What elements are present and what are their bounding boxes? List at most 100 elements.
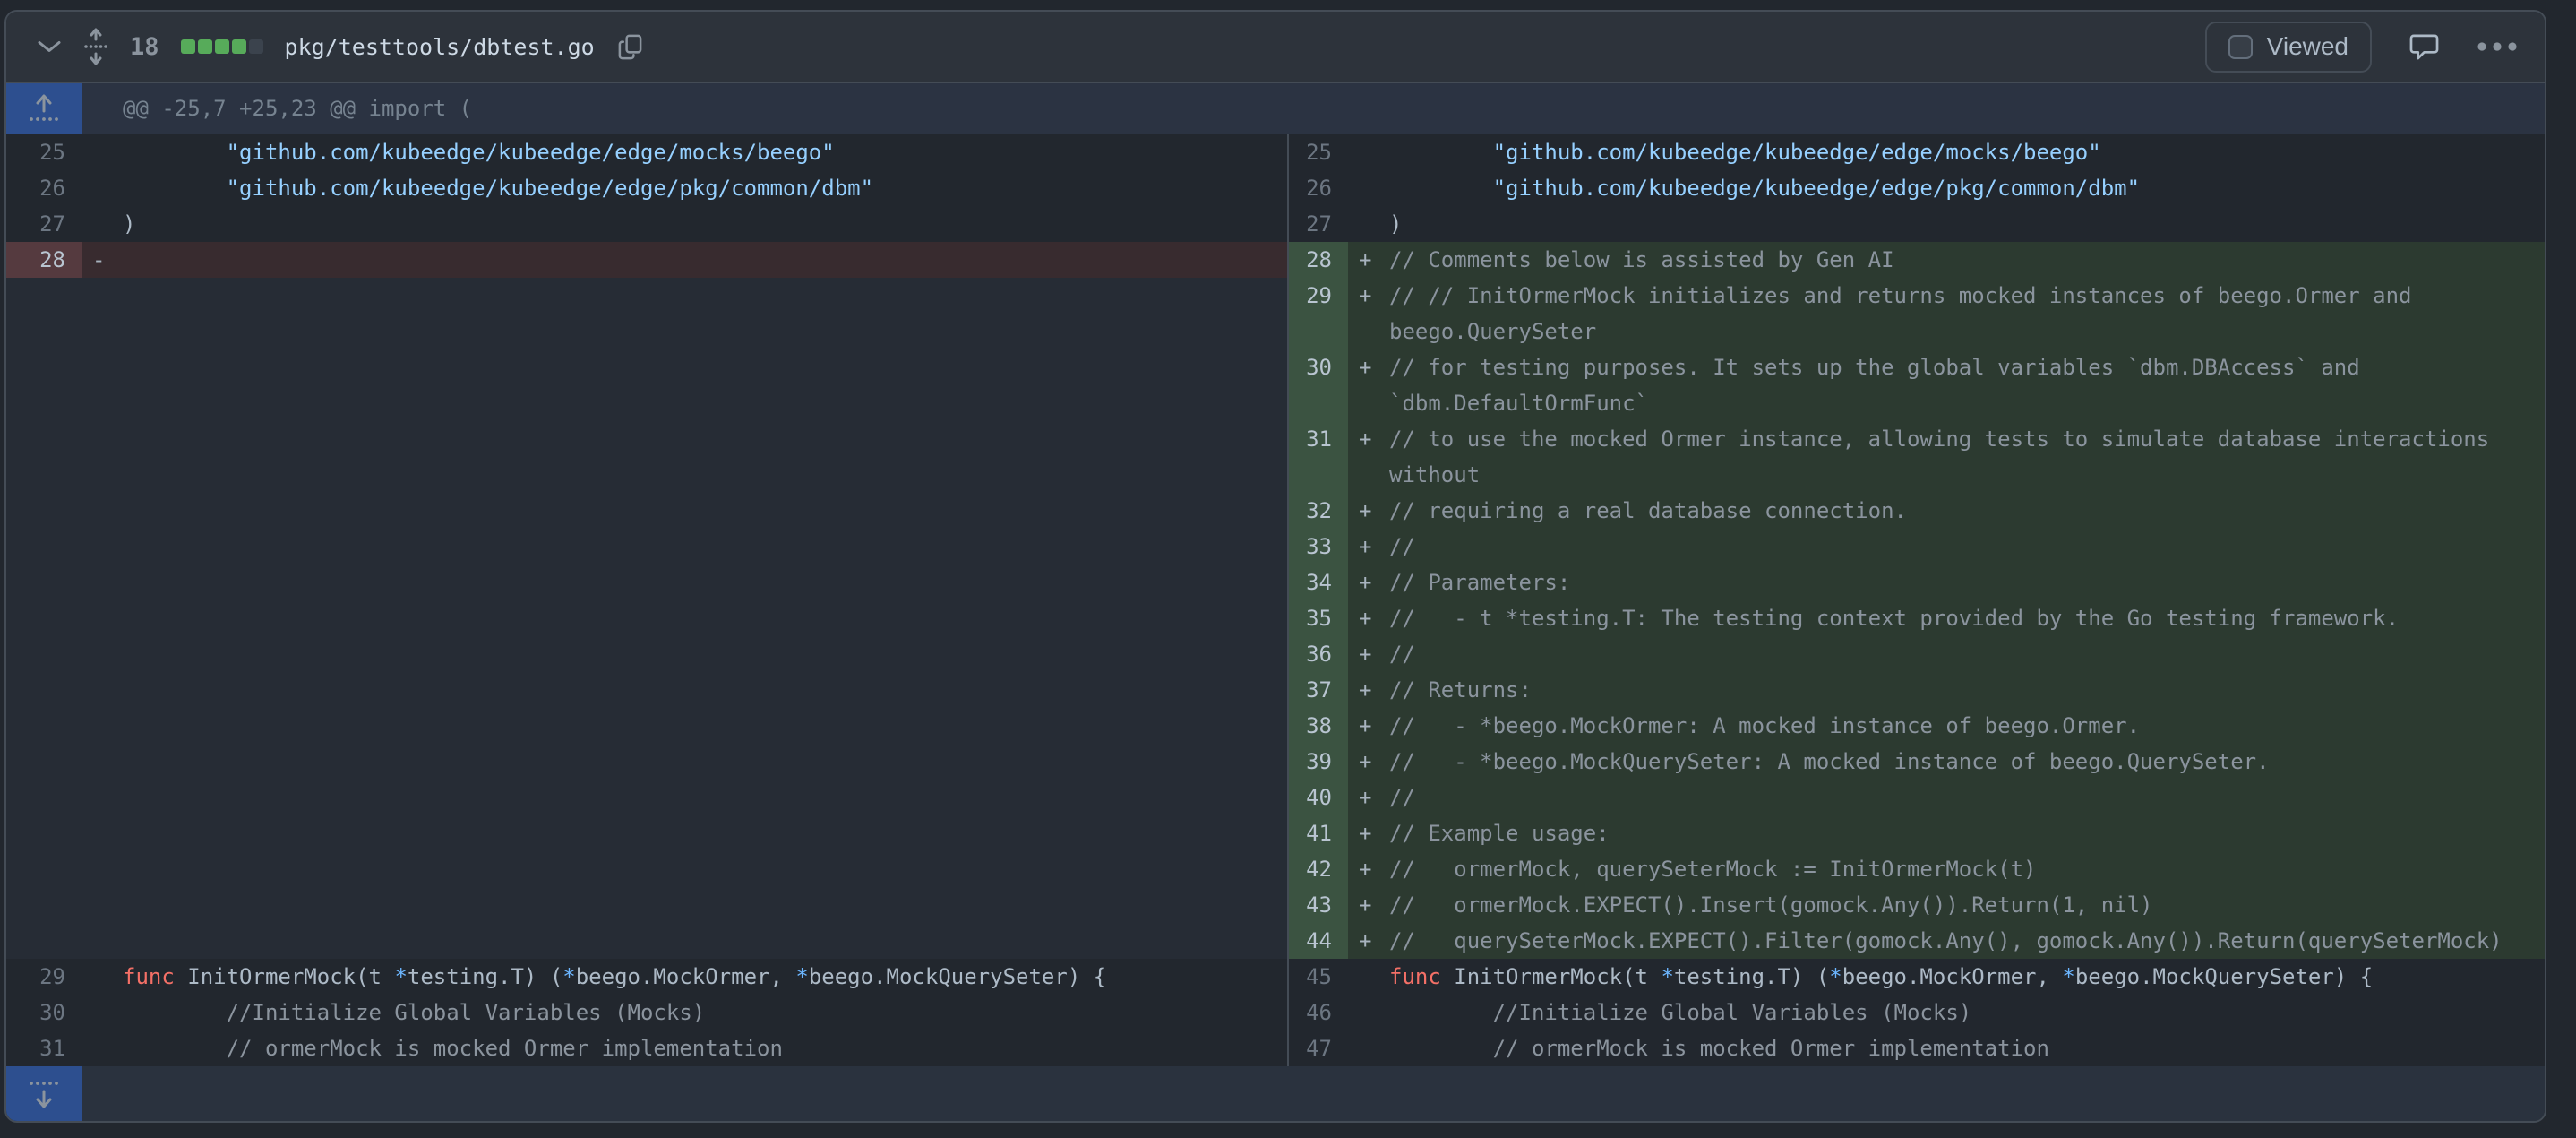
expand-row	[6, 1066, 2545, 1121]
diff-marker: +	[1359, 780, 1387, 815]
file-path[interactable]: pkg/testtools/dbtest.go	[285, 34, 595, 60]
code-segment: func	[1389, 964, 1441, 989]
expand-down-button[interactable]	[6, 1066, 82, 1121]
code-segment: // - *beego.MockOrmer: A mocked instance…	[1389, 713, 2140, 738]
code-segment: // - *beego.MockQuerySeter: A mocked ins…	[1389, 749, 2270, 774]
line-number[interactable]: 30	[1289, 349, 1348, 421]
diff-row-right-46: 46 //Initialize Global Variables (Mocks)	[1289, 995, 2545, 1030]
code-segment: // - t *testing.T: The testing context p…	[1389, 606, 2399, 631]
code-segment: beego.MockOrmer,	[1842, 964, 2063, 989]
code-segment: //	[1389, 785, 1415, 810]
line-number[interactable]: 43	[1289, 887, 1348, 923]
code-line: +// querySeterMock.EXPECT().Filter(gomoc…	[1348, 923, 2545, 959]
diff-panel-right: 25 "github.com/kubeedge/kubeedge/edge/mo…	[1289, 134, 2545, 1066]
hunk-header-text: @@ -25,7 +25,23 @@ import (	[123, 83, 472, 134]
line-number[interactable]: 26	[1289, 170, 1348, 206]
line-number[interactable]: 37	[1289, 672, 1348, 708]
code-segment: )	[123, 211, 135, 237]
diff-row-left-25: 25 "github.com/kubeedge/kubeedge/edge/mo…	[6, 134, 1287, 170]
diff-row-left-26: 26 "github.com/kubeedge/kubeedge/edge/pk…	[6, 170, 1287, 206]
code-segment: InitOrmerMock(t	[175, 964, 395, 989]
line-number[interactable]: 47	[1289, 1030, 1348, 1066]
code-segment	[123, 140, 227, 165]
code-line: "github.com/kubeedge/kubeedge/edge/pkg/c…	[82, 170, 1287, 206]
line-number[interactable]: 27	[6, 206, 82, 242]
diff-marker: +	[1359, 600, 1387, 636]
code-segment: testing.T) (	[408, 964, 562, 989]
expand-up-button[interactable]	[6, 83, 82, 134]
diff-row-right-38: 38+// - *beego.MockOrmer: A mocked insta…	[1289, 708, 2545, 744]
line-number[interactable]: 25	[1289, 134, 1348, 170]
copy-icon[interactable]	[616, 33, 644, 61]
code-line: +// - t *testing.T: The testing context …	[1348, 600, 2545, 636]
code-line: +// for testing purposes. It sets up the…	[1348, 349, 2545, 421]
unfold-vertical-icon[interactable]	[83, 26, 108, 67]
line-number[interactable]: 44	[1289, 923, 1348, 959]
line-number[interactable]: 38	[1289, 708, 1348, 744]
code-line: "github.com/kubeedge/kubeedge/edge/mocks…	[82, 134, 1287, 170]
line-number[interactable]: 40	[1289, 780, 1348, 815]
line-number[interactable]: 41	[1289, 815, 1348, 851]
line-number[interactable]: 27	[1289, 206, 1348, 242]
line-number[interactable]: 30	[6, 995, 82, 1030]
code-segment: beego.MockOrmer,	[576, 964, 796, 989]
line-number[interactable]: 35	[1289, 600, 1348, 636]
diff-row-right-45: 45func InitOrmerMock(t *testing.T) (*bee…	[1289, 959, 2545, 995]
code-segment: "github.com/kubeedge/kubeedge/edge/mocks…	[227, 140, 835, 165]
diff-row-right-44: 44+// querySeterMock.EXPECT().Filter(gom…	[1289, 923, 2545, 959]
diff-row-left-29: 29func InitOrmerMock(t *testing.T) (*bee…	[6, 959, 1287, 995]
code-line: +// ormerMock.EXPECT().Insert(gomock.Any…	[1348, 887, 2545, 923]
diff-row-left-30: 30 //Initialize Global Variables (Mocks)	[6, 995, 1287, 1030]
diff-body: 25 "github.com/kubeedge/kubeedge/edge/mo…	[6, 134, 2545, 1066]
code-segment: // querySeterMock.EXPECT().Filter(gomock…	[1389, 928, 2503, 953]
diff-row-right-28: 28+// Comments below is assisted by Gen …	[1289, 242, 2545, 278]
line-number[interactable]: 34	[1289, 565, 1348, 600]
diff-marker: +	[1359, 242, 1387, 278]
diff-marker: +	[1359, 887, 1387, 923]
line-number[interactable]: 42	[1289, 851, 1348, 887]
code-line: // ormerMock is mocked Ormer implementat…	[82, 1030, 1287, 1066]
line-number[interactable]: 39	[1289, 744, 1348, 780]
viewed-checkbox[interactable]	[2228, 35, 2253, 59]
line-number[interactable]: 33	[1289, 529, 1348, 565]
diff-marker: +	[1359, 672, 1387, 708]
kebab-horizontal-icon[interactable]	[2477, 41, 2518, 52]
line-number[interactable]: 32	[1289, 493, 1348, 529]
diff-row-left-28: 28-	[6, 242, 1287, 278]
line-number[interactable]: 29	[6, 959, 82, 995]
line-number[interactable]: 29	[1289, 278, 1348, 349]
line-number[interactable]: 26	[6, 170, 82, 206]
comment-bubble-icon[interactable]	[2409, 33, 2439, 61]
line-number[interactable]: 28	[6, 242, 82, 278]
code-segment: // ormerMock is mocked Ormer implementat…	[1389, 1036, 2049, 1061]
diff-marker: +	[1359, 421, 1387, 457]
diff-row-right-36: 36+//	[1289, 636, 2545, 672]
code-line: +// - *beego.MockQuerySeter: A mocked in…	[1348, 744, 2545, 780]
hunk-header-row: @@ -25,7 +25,23 @@ import (	[6, 83, 2545, 134]
code-segment: *	[394, 964, 407, 989]
line-number[interactable]: 46	[1289, 995, 1348, 1030]
code-segment: //Initialize Global Variables (Mocks)	[1389, 1000, 1971, 1025]
chevron-down-icon[interactable]	[37, 39, 62, 55]
diff-row-right-33: 33+//	[1289, 529, 2545, 565]
diffstat-square-empty	[249, 39, 263, 54]
line-number[interactable]: 36	[1289, 636, 1348, 672]
code-segment: // requiring a real database connection.	[1389, 498, 1907, 523]
diff-row-right-35: 35+// - t *testing.T: The testing contex…	[1289, 600, 2545, 636]
line-number[interactable]: 45	[1289, 959, 1348, 995]
code-segment: // Returns:	[1389, 677, 1532, 703]
code-segment: InitOrmerMock(t	[1441, 964, 1662, 989]
line-number[interactable]: 31	[1289, 421, 1348, 493]
code-segment: // ormerMock.EXPECT().Insert(gomock.Any(…	[1389, 892, 2153, 918]
code-segment: "github.com/kubeedge/kubeedge/edge/pkg/c…	[227, 176, 873, 201]
diff-file-card: 18 pkg/testtools/dbtest.go Viewed	[4, 10, 2546, 1123]
code-line: +// requiring a real database connection…	[1348, 493, 2545, 529]
viewed-button[interactable]: Viewed	[2205, 22, 2372, 73]
code-segment: func	[123, 964, 175, 989]
line-number[interactable]: 25	[6, 134, 82, 170]
line-number[interactable]: 28	[1289, 242, 1348, 278]
line-number[interactable]: 31	[6, 1030, 82, 1066]
file-header: 18 pkg/testtools/dbtest.go Viewed	[6, 12, 2545, 83]
code-segment: //	[1389, 642, 1415, 667]
diffstat	[181, 39, 263, 54]
